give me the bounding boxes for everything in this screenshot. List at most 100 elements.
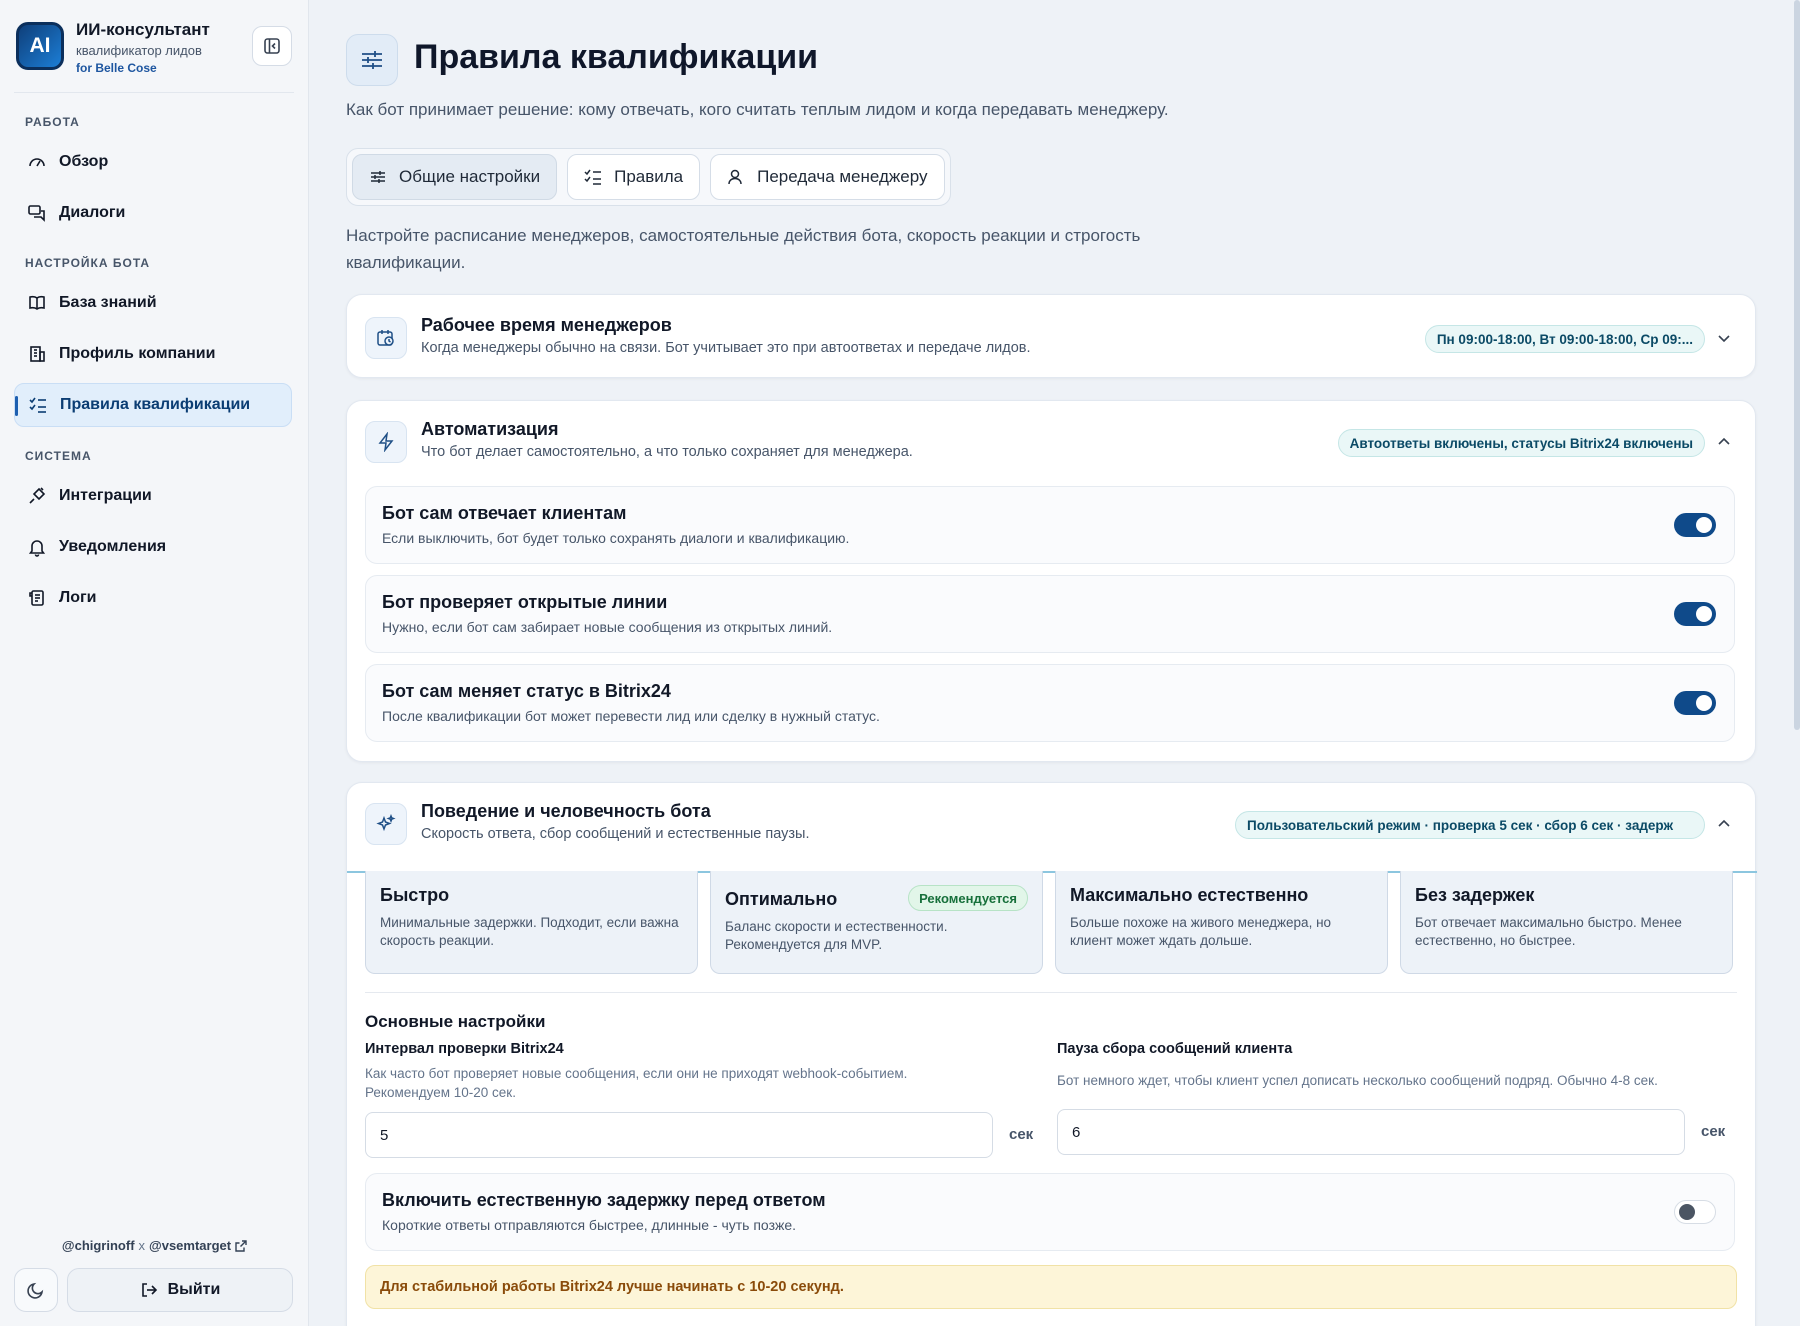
basic-settings-title: Основные настройки — [365, 1012, 546, 1031]
card-subtitle: Скорость ответа, сбор сообщений и естест… — [421, 826, 810, 842]
speed-presets: Быстро Минимальные задержки. Подходит, е… — [347, 871, 1757, 981]
tab-label: Общие настройки — [399, 167, 541, 186]
tab-rules[interactable]: Правила — [567, 154, 701, 200]
chevron-down-icon[interactable] — [1715, 329, 1733, 347]
pause-unit: сек — [1701, 1123, 1726, 1140]
brand-client: for Belle Cose — [76, 61, 157, 75]
preset-title: Быстро — [380, 885, 450, 905]
schedule-summary-badge: Пн 09:00-18:00, Вт 09:00-18:00, Ср 09:..… — [1424, 325, 1705, 353]
automation-summary-badge: Автоответы включены, статусы Bitrix24 вк… — [1337, 429, 1705, 457]
brand-logo: AI — [16, 22, 64, 70]
card-subtitle: Что бот делает самостоятельно, а что тол… — [421, 444, 913, 460]
preset-no-delay[interactable]: Без задержек Бот отвечает максимально бы… — [1400, 871, 1733, 974]
sidebar-item-label: Интеграции — [59, 487, 152, 504]
sidebar-item-overview[interactable]: Обзор — [14, 140, 292, 184]
behavior-header[interactable]: Поведение и человечность бота Скорость о… — [365, 801, 1737, 847]
credit-partner[interactable]: @vsemtarget — [149, 1238, 231, 1253]
plug-icon — [29, 487, 46, 504]
automation-card: Автоматизация Что бот делает самостоятел… — [346, 400, 1756, 762]
interval-input[interactable] — [365, 1112, 993, 1158]
tab-manager-handoff[interactable]: Передача менеджеру — [710, 154, 945, 200]
preset-title: Без задержек — [1415, 885, 1535, 905]
card-title: Рабочее время менеджеров — [421, 315, 672, 335]
credit-separator: x — [138, 1238, 146, 1253]
card-title: Автоматизация — [421, 419, 559, 439]
gauge-icon — [29, 158, 45, 167]
setting-description: Если выключить, бот будет только сохраня… — [382, 530, 850, 546]
scroll-icon — [29, 590, 44, 606]
auto-reply-toggle[interactable] — [1674, 513, 1716, 537]
bitrix-status-toggle[interactable] — [1674, 691, 1716, 715]
nav-section-bot-settings: НАСТРОЙКА БОТА — [25, 256, 151, 270]
pause-label: Пауза сбора сообщений клиента — [1057, 1041, 1293, 1057]
sliders-icon — [371, 171, 385, 183]
card-icon — [365, 421, 407, 463]
brand: AI ИИ-консультант квалификатор лидов for… — [16, 20, 292, 92]
logout-icon — [141, 1283, 157, 1297]
section-divider — [365, 992, 1737, 993]
setting-title: Включить естественную задержку перед отв… — [382, 1190, 826, 1210]
settings-tabs: Общие настройки Правила Передача менедже… — [346, 148, 951, 206]
brand-subtitle: квалификатор лидов — [76, 43, 202, 58]
credits: @chigrinoff x @vsemtarget — [0, 1238, 309, 1253]
credit-author[interactable]: @chigrinoff — [62, 1238, 135, 1253]
automation-header[interactable]: Автоматизация Что бот делает самостоятел… — [365, 419, 1737, 465]
auto-reply-setting: Бот сам отвечает клиентам Если выключить… — [365, 486, 1735, 564]
sidebar-item-notifications[interactable]: Уведомления — [14, 525, 292, 569]
book-icon — [29, 295, 45, 310]
interval-label: Интервал проверки Bitrix24 — [365, 1041, 564, 1057]
behavior-card: Поведение и человечность бота Скорость о… — [346, 782, 1757, 1326]
building-icon — [30, 346, 45, 362]
page-scrollbar[interactable] — [1794, 0, 1800, 730]
tab-general-settings[interactable]: Общие настройки — [352, 154, 558, 200]
preset-fast[interactable]: Быстро Минимальные задержки. Подходит, е… — [365, 871, 698, 974]
behavior-summary-badge: Пользовательский режим · проверка 5 сек … — [1235, 811, 1705, 839]
bitrix-status-setting: Бот сам меняет статус в Bitrix24 После к… — [365, 664, 1735, 742]
open-lines-toggle[interactable] — [1674, 602, 1716, 626]
chevron-up-icon[interactable] — [1715, 815, 1733, 833]
setting-description: После квалификации бот может перевести л… — [382, 708, 880, 724]
chevron-up-icon[interactable] — [1715, 433, 1733, 451]
logout-label: Выйти — [167, 1281, 221, 1298]
main-content: Правила квалификации Как бот принимает р… — [310, 0, 1800, 1326]
external-link-icon[interactable] — [235, 1239, 247, 1252]
pause-input[interactable] — [1057, 1109, 1685, 1155]
sidebar-item-dialogs[interactable]: Диалоги — [14, 191, 292, 235]
card-icon — [365, 317, 407, 359]
theme-toggle-button[interactable] — [14, 1268, 58, 1312]
work-hours-card[interactable]: Рабочее время менеджеров Когда менеджеры… — [346, 294, 1756, 378]
brand-title: ИИ-консультант — [76, 20, 210, 39]
brand-divider — [14, 92, 294, 93]
nav-section-system: СИСТЕМА — [25, 449, 92, 463]
lightning-icon — [378, 432, 394, 452]
sidebar-item-knowledge-base[interactable]: База знаний — [14, 281, 292, 325]
logout-button[interactable]: Выйти — [67, 1268, 293, 1312]
setting-title: Бот проверяет открытые линии — [382, 592, 668, 612]
preset-description: Больше похоже на живого менеджера, но кл… — [1070, 915, 1332, 948]
preset-description: Минимальные задержки. Подходит, если важ… — [380, 915, 679, 948]
collapse-sidebar-button[interactable] — [252, 26, 292, 66]
nav-section-work: РАБОТА — [25, 115, 80, 129]
preset-most-natural[interactable]: Максимально естественно Больше похоже на… — [1055, 871, 1388, 974]
interval-unit: сек — [1009, 1126, 1034, 1143]
natural-delay-toggle[interactable] — [1674, 1200, 1716, 1224]
page-icon — [346, 34, 398, 86]
section-description: Настройте расписание менеджеров, самосто… — [346, 226, 1141, 272]
preset-optimal[interactable]: Оптимально Баланс скорости и естественно… — [710, 871, 1043, 974]
user-icon — [728, 169, 742, 185]
sidebar-item-qualification-rules[interactable]: Правила квалификации — [14, 383, 292, 427]
sidebar-item-label: База знаний — [59, 294, 157, 311]
sidebar-item-integrations[interactable]: Интеграции — [14, 474, 292, 518]
sidebar-item-label: Правила квалификации — [60, 396, 251, 413]
sidebar-item-logs[interactable]: Логи — [14, 576, 292, 620]
sidebar-item-label: Профиль компании — [59, 345, 216, 362]
list-check-icon — [29, 397, 46, 413]
work-hours-header[interactable]: Рабочее время менеджеров Когда менеджеры… — [365, 315, 1737, 361]
card-subtitle: Когда менеджеры обычно на связи. Бот учи… — [421, 340, 1031, 356]
preset-description: Бот отвечает максимально быстро. Менее е… — [1415, 915, 1682, 948]
sliders-icon — [362, 51, 382, 69]
sidebar-item-company-profile[interactable]: Профиль компании — [14, 332, 292, 376]
setting-title: Бот сам отвечает клиентам — [382, 503, 627, 523]
setting-description: Короткие ответы отправляются быстрее, дл… — [382, 1217, 797, 1233]
setting-title: Бот сам меняет статус в Bitrix24 — [382, 681, 671, 701]
